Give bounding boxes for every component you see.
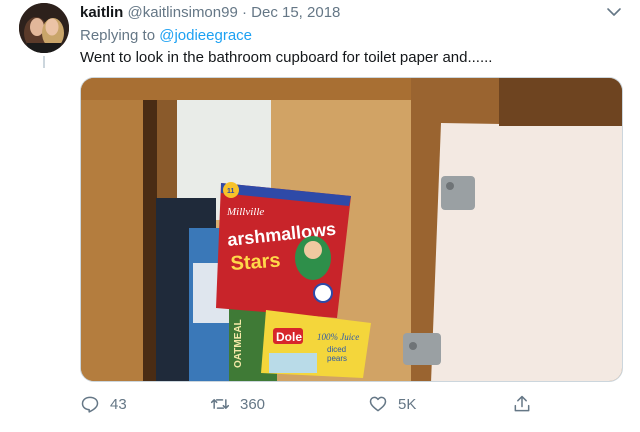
cup-label-3: pears <box>327 354 347 363</box>
avatar[interactable] <box>19 3 69 53</box>
replying-to: Replying to @jodieegrace <box>80 27 252 45</box>
cabinet-door <box>431 123 622 381</box>
tweet-header: kaitlin @kaitlinsimon99 · Dec 15, 2018 <box>80 4 340 22</box>
separator-dot: · <box>241 4 247 21</box>
retweet-icon <box>210 399 230 409</box>
box-brand: Millville <box>226 206 264 218</box>
tweet-date[interactable]: Dec 15, 2018 <box>251 4 340 21</box>
cup-brand: Dole <box>276 330 302 344</box>
tweet-photo[interactable]: OATMEAL 11 Millville arshmallows Stars D… <box>80 77 623 382</box>
tweet-actions: 43 360 5K <box>80 392 580 416</box>
replying-to-handle[interactable]: @jodieegrace <box>159 27 252 44</box>
hinge-bottom <box>403 333 441 365</box>
display-name[interactable]: kaitlin <box>80 4 123 21</box>
reply-button[interactable]: 43 <box>80 392 127 416</box>
heart-icon <box>369 396 387 412</box>
retweet-button[interactable]: 360 <box>210 392 265 416</box>
hinge-screw <box>446 182 454 190</box>
like-button[interactable]: 5K <box>368 392 416 416</box>
hinge-top <box>441 176 475 210</box>
tweet-text: Went to look in the bathroom cupboard fo… <box>80 49 493 66</box>
cabinet-top-right <box>499 78 622 126</box>
oatmeal-label: OATMEAL <box>233 319 244 368</box>
box-badge: 11 <box>227 188 235 195</box>
replying-to-label: Replying to <box>80 27 156 44</box>
cup-label-1: 100% Juice <box>317 332 359 342</box>
share-button[interactable] <box>512 392 542 416</box>
cup-label-2: diced <box>327 345 346 354</box>
cabinet-edge <box>143 78 157 381</box>
user-handle[interactable]: @kaitlinsimon99 <box>128 4 238 21</box>
box-title-2: Stars <box>230 250 281 275</box>
like-count: 5K <box>398 395 417 413</box>
thread-line <box>43 56 45 68</box>
reply-count: 43 <box>110 395 127 413</box>
tweet[interactable]: kaitlin @kaitlinsimon99 · Dec 15, 2018 R… <box>0 0 640 432</box>
retweet-count: 360 <box>240 395 266 413</box>
share-icon <box>514 395 530 412</box>
marshmallow-box: 11 Millville arshmallows Stars <box>216 182 351 318</box>
hinge-screw <box>409 342 417 350</box>
chevron-down-icon[interactable] <box>606 6 622 18</box>
reply-icon <box>81 396 99 413</box>
